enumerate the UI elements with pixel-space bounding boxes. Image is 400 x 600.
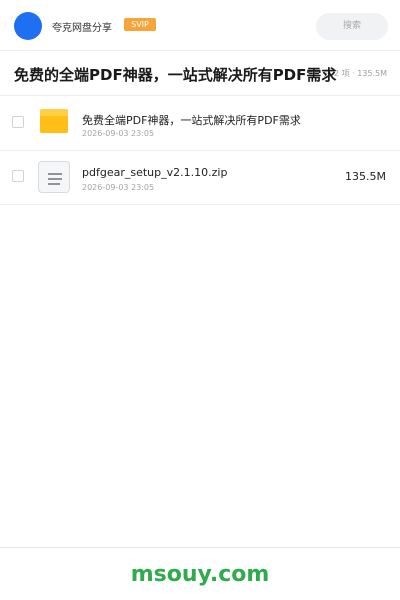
page: 夸克网盘分享 SVIP 搜索 免费的全端PDF神器，一站式解决所有PDF需求 共… [0,0,400,600]
avatar[interactable] [14,12,42,40]
file-row[interactable]: pdfgear_setup_v2.1.10.zip 2026-09-03 23:… [0,151,400,205]
search-input[interactable]: 搜索 [316,13,388,40]
file-name[interactable]: 免费全端PDF神器，一站式解决所有PDF需求 [82,112,301,128]
svip-badge: SVIP [124,18,156,31]
share-title: 免费的全端PDF神器，一站式解决所有PDF需求 [14,66,337,84]
file-date: 2026-09-03 23:05 [82,183,155,192]
header-bar: 夸克网盘分享 SVIP 搜索 [0,0,400,51]
footer-brand-watermark: msouy.com [130,562,270,587]
share-title-bar: 免费的全端PDF神器，一站式解决所有PDF需求 共 2 项 · 135.5M [0,51,400,96]
row-checkbox[interactable] [12,170,24,182]
file-row[interactable]: 免费全端PDF神器，一站式解决所有PDF需求 2026-09-03 23:05 [0,97,400,151]
row-checkbox[interactable] [12,116,24,128]
file-date: 2026-09-03 23:05 [82,129,155,138]
file-name[interactable]: pdfgear_setup_v2.1.10.zip [82,166,227,179]
folder-icon [40,109,68,133]
file-size: 135.5M [345,170,386,183]
zip-file-icon [38,161,70,193]
footer: msouy.com [0,547,400,600]
app-name: 夸克网盘分享 [52,23,112,34]
